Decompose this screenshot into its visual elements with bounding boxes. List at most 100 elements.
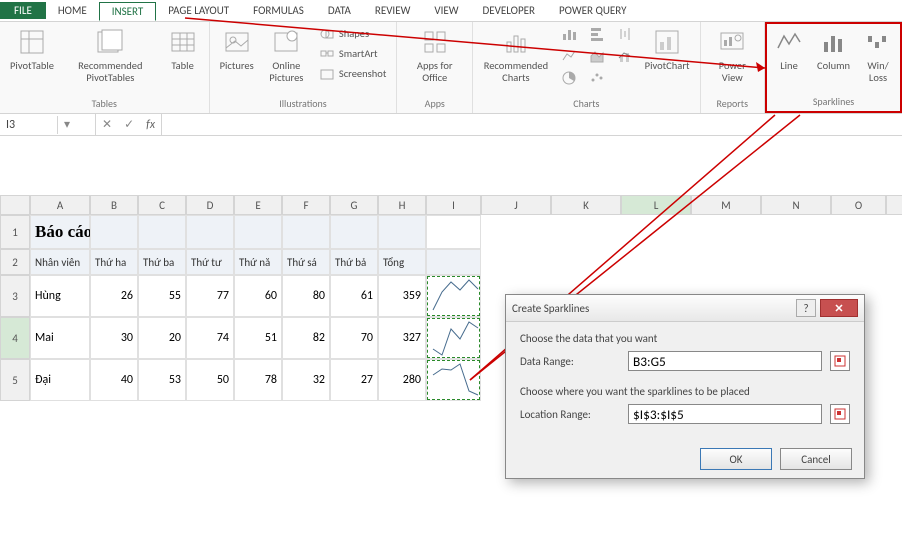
tab-developer[interactable]: DEVELOPER [471,2,547,19]
power-view-button[interactable]: Power View [707,24,759,86]
table-header-cell[interactable]: Thứ nă [234,249,282,275]
data-cell[interactable]: 53 [138,359,186,401]
ok-button[interactable]: OK [700,448,772,470]
tab-home[interactable]: HOME [46,2,99,19]
col-header[interactable]: D [186,195,234,215]
cancel-button[interactable]: Cancel [780,448,852,470]
pictures-button[interactable]: Pictures [216,24,258,74]
data-cell[interactable]: 50 [186,359,234,401]
data-cell[interactable]: 78 [234,359,282,401]
col-header[interactable]: A [30,195,90,215]
col-header[interactable]: L [621,195,691,215]
cancel-formula-icon[interactable]: ✕ [96,117,118,132]
tab-page-layout[interactable]: PAGE LAYOUT [156,2,241,19]
location-range-input[interactable] [628,404,822,424]
data-cell[interactable]: 51 [234,317,282,359]
chart-stock-button[interactable] [613,24,637,44]
tab-insert[interactable]: INSERT [99,2,157,21]
sparkline-cell[interactable] [426,359,481,401]
chart-combo-button[interactable] [613,46,637,66]
sparkline-column-button[interactable]: Column [813,24,854,74]
row-header[interactable]: 4 [0,317,30,359]
tab-data[interactable]: DATA [316,2,363,19]
dialog-close-button[interactable]: ✕ [820,299,858,317]
table-header-cell[interactable]: Thứ ba [138,249,186,275]
data-cell[interactable]: 61 [330,275,378,317]
row-header[interactable]: 5 [0,359,30,401]
data-cell[interactable]: Hùng [30,275,90,317]
chart-area-button[interactable] [585,46,609,66]
tab-power-query[interactable]: POWER QUERY [547,2,638,19]
col-header[interactable]: B [90,195,138,215]
range-picker-icon[interactable] [830,404,850,424]
col-header[interactable]: O [831,195,886,215]
tab-view[interactable]: VIEW [422,2,470,19]
dialog-titlebar[interactable]: Create Sparklines ? ✕ [506,295,864,322]
table-header-cell[interactable]: Thứ ha [90,249,138,275]
data-cell[interactable]: 77 [186,275,234,317]
data-cell[interactable]: 82 [282,317,330,359]
data-cell[interactable]: 60 [234,275,282,317]
recommended-charts-button[interactable]: Recommended Charts [479,24,553,86]
data-cell[interactable]: 327 [378,317,426,359]
enter-formula-icon[interactable]: ✓ [118,117,140,132]
sparkline-cell[interactable] [426,275,481,317]
sparkline-winloss-button[interactable]: Win/ Loss [858,24,898,86]
chart-line-button[interactable] [557,46,581,66]
data-cell[interactable]: 30 [90,317,138,359]
col-header[interactable]: I [426,195,481,215]
col-header[interactable]: E [234,195,282,215]
col-header[interactable]: K [551,195,621,215]
formula-input[interactable] [161,114,902,135]
table-header-cell[interactable]: Tổng [378,249,426,275]
col-header[interactable]: M [691,195,761,215]
data-cell[interactable]: Đại [30,359,90,401]
col-header[interactable]: G [330,195,378,215]
shapes-button[interactable]: Shapes [315,24,390,44]
report-title[interactable]: Báo cáo doanh thu bán hàng tuần 33 [30,215,90,249]
range-picker-icon[interactable] [830,351,850,371]
name-box[interactable]: I3 [0,116,58,134]
row-header[interactable]: 1 [0,215,30,249]
chart-hbar-button[interactable] [585,24,609,44]
chart-pie-button[interactable] [557,68,581,88]
pivotchart-button[interactable]: PivotChart [641,24,694,74]
data-range-input[interactable] [628,351,822,371]
select-all-corner[interactable] [0,195,30,215]
chart-scatter-button[interactable] [585,68,609,88]
data-cell[interactable]: 26 [90,275,138,317]
chart-bar-button[interactable] [557,24,581,44]
apps-for-office-button[interactable]: Apps for Office [403,24,466,86]
col-header[interactable]: H [378,195,426,215]
table-header-cell[interactable]: Nhân viên [30,249,90,275]
tab-formulas[interactable]: FORMULAS [241,2,316,19]
data-cell[interactable]: Mai [30,317,90,359]
table-button[interactable]: Table [163,24,203,74]
smartart-button[interactable]: SmartArt [315,44,390,64]
pivottable-button[interactable]: PivotTable [6,24,58,74]
dialog-help-button[interactable]: ? [796,299,816,317]
fx-icon[interactable]: fx [140,118,161,132]
data-cell[interactable]: 280 [378,359,426,401]
screenshot-button[interactable]: Screenshot [315,64,390,84]
data-cell[interactable]: 80 [282,275,330,317]
online-pictures-button[interactable]: Online Pictures [262,24,311,86]
row-header[interactable]: 2 [0,249,30,275]
tab-file[interactable]: FILE [0,2,46,19]
sparkline-line-button[interactable]: Line [769,24,809,74]
data-cell[interactable]: 74 [186,317,234,359]
col-header[interactable]: J [481,195,551,215]
col-header[interactable]: C [138,195,186,215]
table-header-cell[interactable]: Thứ tư [186,249,234,275]
data-cell[interactable]: 70 [330,317,378,359]
data-cell[interactable]: 27 [330,359,378,401]
data-cell[interactable]: 32 [282,359,330,401]
col-header[interactable]: P [886,195,902,215]
data-cell[interactable]: 55 [138,275,186,317]
table-header-cell[interactable]: Thứ bả [330,249,378,275]
col-header[interactable]: N [761,195,831,215]
table-header-cell[interactable]: Thứ sá [282,249,330,275]
tab-review[interactable]: REVIEW [363,2,423,19]
data-cell[interactable]: 20 [138,317,186,359]
row-header[interactable]: 3 [0,275,30,317]
